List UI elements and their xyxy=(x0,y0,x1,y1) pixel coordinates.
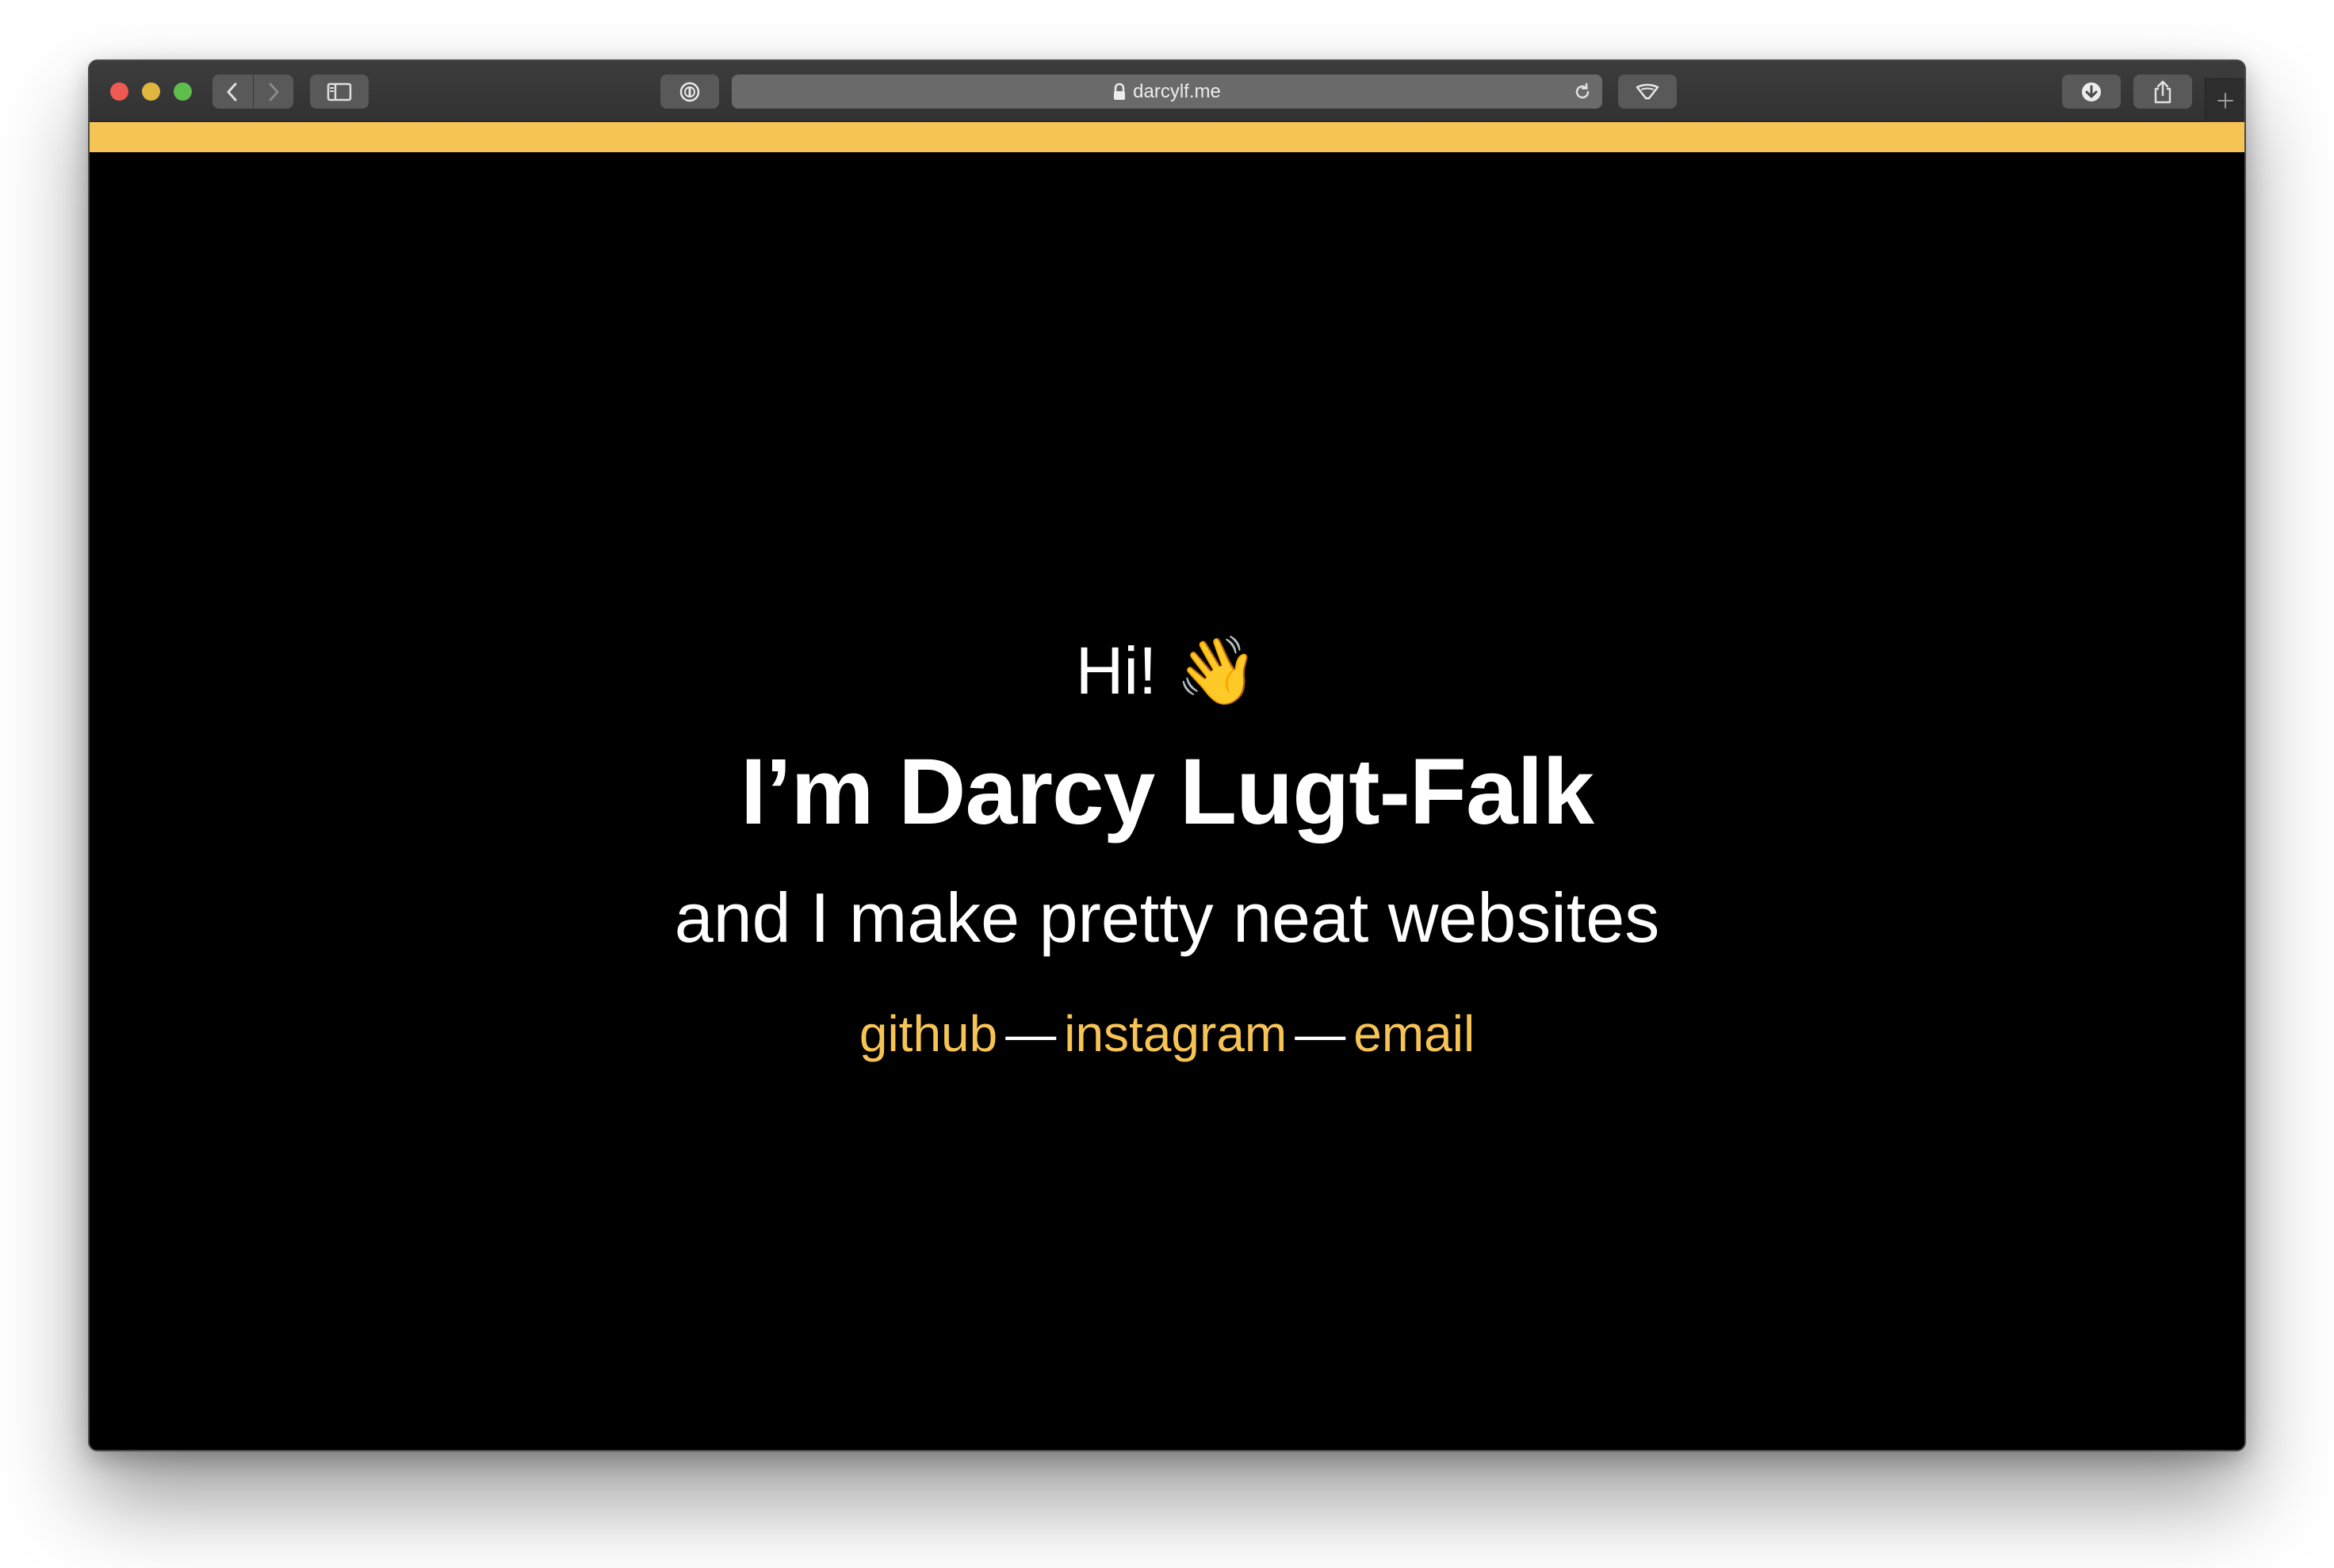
social-links: github — instagram — email xyxy=(90,1008,2244,1059)
new-tab-button[interactable] xyxy=(2205,78,2244,122)
extension-button[interactable] xyxy=(1618,75,1677,109)
close-window-button[interactable] xyxy=(110,82,128,101)
link-separator: — xyxy=(1295,1005,1346,1062)
extension-icon xyxy=(1636,83,1659,99)
lock-icon xyxy=(1113,82,1126,101)
greeting-text: Hi! xyxy=(1075,633,1157,708)
top-accent-bar xyxy=(90,122,2244,152)
address-bar[interactable]: darcylf.me xyxy=(732,75,1602,109)
password-icon xyxy=(679,82,700,101)
browser-window: darcylf.me Hi! 👋 I’m Darcy Lugt-Falk and… xyxy=(88,59,2246,1451)
zoom-window-button[interactable] xyxy=(174,82,192,101)
greeting: Hi! 👋 xyxy=(90,637,2244,704)
address-url: darcylf.me xyxy=(1133,80,1221,102)
link-separator: — xyxy=(1005,1005,1057,1062)
github-link[interactable]: github xyxy=(859,1005,997,1062)
email-link[interactable]: email xyxy=(1353,1005,1475,1062)
tagline: and I make pretty neat websites xyxy=(674,878,1660,957)
password-manager-button[interactable] xyxy=(660,75,719,109)
share-icon xyxy=(2154,80,2171,103)
waving-hand-icon: 👋 xyxy=(1175,633,1259,708)
reload-icon xyxy=(1575,82,1590,99)
back-icon xyxy=(227,82,237,101)
back-button[interactable] xyxy=(212,75,253,109)
forward-icon xyxy=(269,82,279,101)
instagram-link[interactable]: instagram xyxy=(1064,1005,1287,1062)
history-nav xyxy=(212,75,293,109)
download-icon xyxy=(2082,82,2101,101)
sidebar-button[interactable] xyxy=(310,75,369,109)
page-content: Hi! 👋 I’m Darcy Lugt-Falk and I make pre… xyxy=(90,152,2244,1450)
sidebar-icon xyxy=(327,82,352,101)
page-title: I’m Darcy Lugt-Falk xyxy=(740,740,1594,844)
reload-button[interactable] xyxy=(1572,82,1593,108)
browser-toolbar: darcylf.me xyxy=(90,61,2244,122)
plus-icon xyxy=(2217,93,2233,109)
forward-button[interactable] xyxy=(252,75,294,109)
downloads-button[interactable] xyxy=(2062,75,2121,109)
share-button[interactable] xyxy=(2133,75,2192,109)
minimize-window-button[interactable] xyxy=(142,82,160,101)
